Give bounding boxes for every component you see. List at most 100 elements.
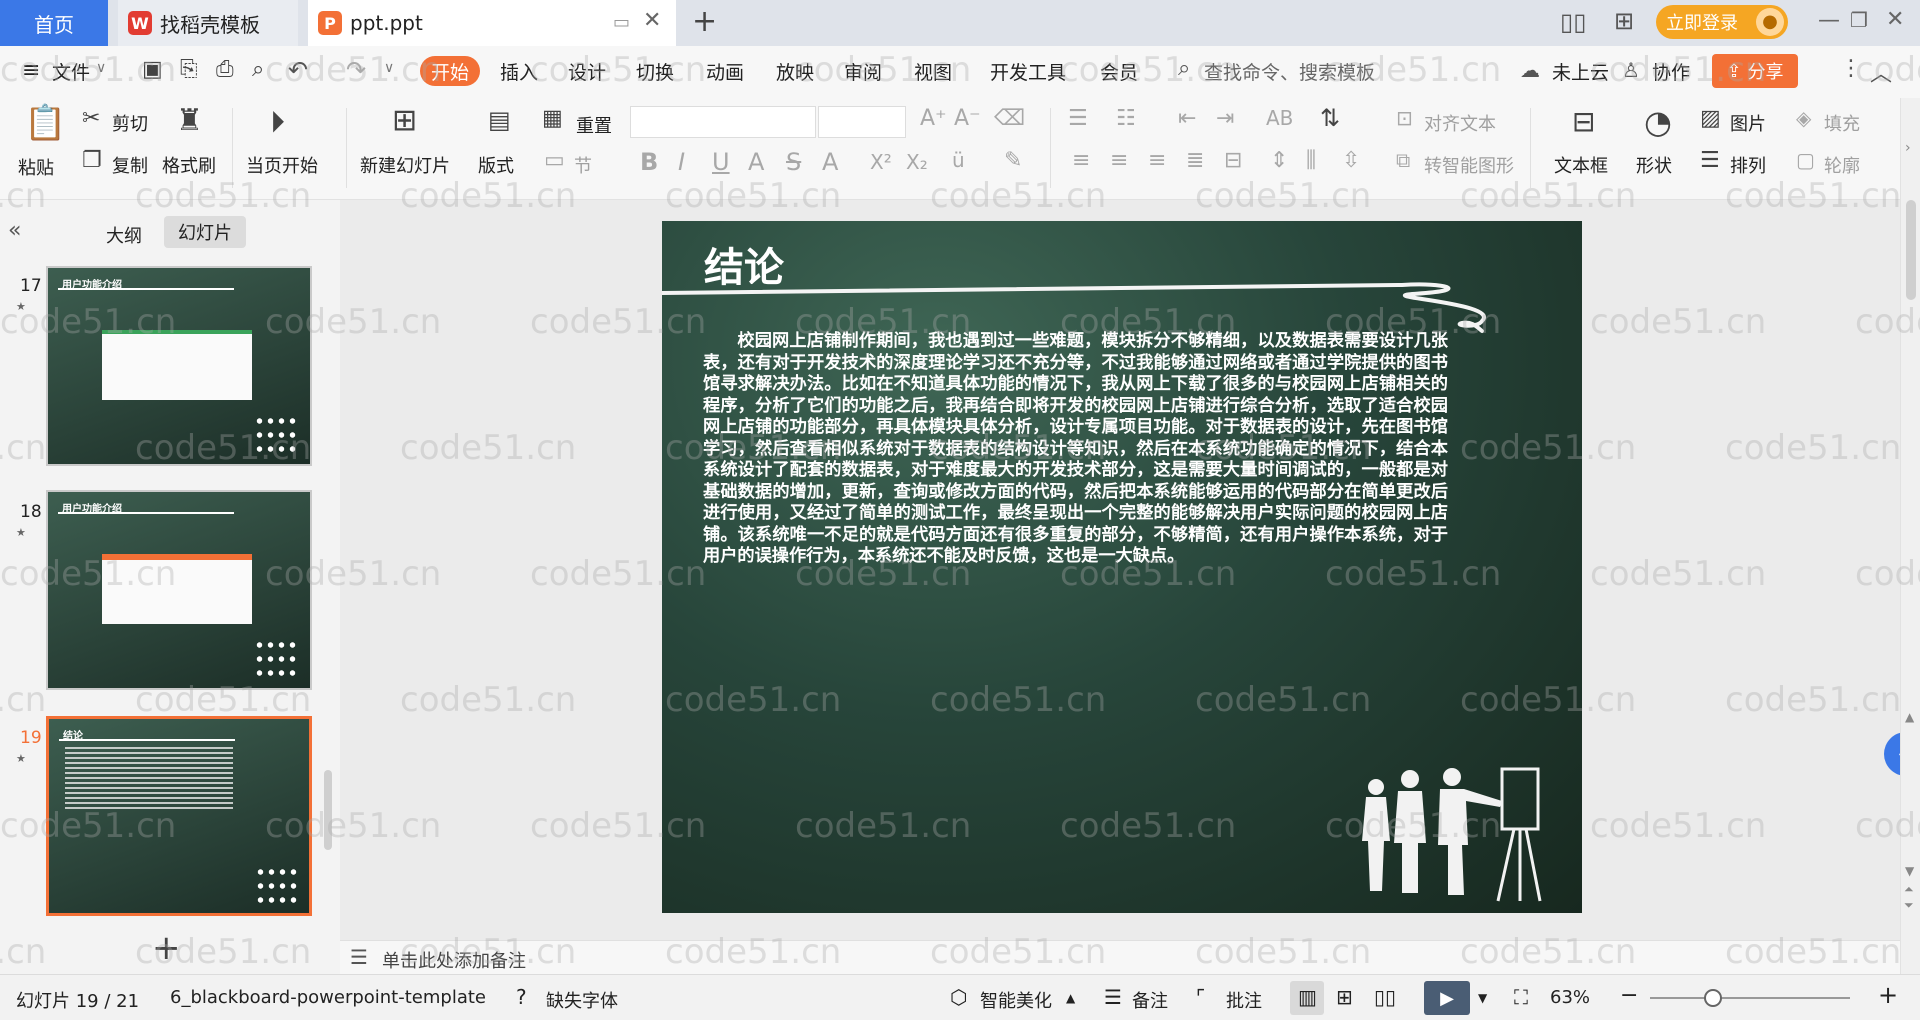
menu-member[interactable]: 会员	[1100, 58, 1138, 85]
beautify-button[interactable]: 智能美化	[980, 987, 1052, 1013]
ribbon-scroll-right-icon[interactable]: ›	[1905, 140, 1911, 156]
clear-format-icon[interactable]: ⌫	[994, 108, 1025, 130]
zoom-slider-thumb[interactable]	[1704, 989, 1722, 1007]
underline-icon[interactable]: U	[712, 150, 730, 174]
paste-button[interactable]: 粘贴	[18, 154, 54, 180]
next-slide-icon[interactable]: ⏷	[1904, 898, 1914, 913]
login-button[interactable]: 立即登录 ●	[1656, 5, 1788, 39]
save-icon[interactable]: ▣	[142, 57, 163, 82]
scissors-icon[interactable]: ✂	[82, 108, 100, 130]
align-text-button[interactable]: 对齐文本	[1424, 110, 1496, 136]
slide-thumbnail[interactable]: 用户功能介绍	[46, 490, 312, 690]
zoom-level[interactable]: 63%	[1550, 987, 1590, 1008]
font-size-select[interactable]	[818, 106, 906, 138]
chevron-down-icon[interactable]: ∨	[96, 60, 106, 76]
more-chevron-icon[interactable]: ∨	[384, 60, 394, 76]
outline-tab[interactable]: 大纲	[106, 222, 142, 248]
copy-icon[interactable]: ❐	[82, 150, 102, 172]
scroll-down-icon[interactable]: ▼	[1905, 864, 1914, 878]
close-window-icon[interactable]: ✕	[1886, 7, 1904, 32]
menu-file[interactable]: 文件	[52, 58, 90, 85]
notes-placeholder[interactable]: 单击此处添加备注	[382, 947, 526, 973]
slide[interactable]: 结论 校园网上店铺制作期间，我也遇到过一些难题，模块拆分不够精细，以及数据表需要…	[662, 221, 1582, 913]
reset-icon[interactable]: ▦	[542, 108, 563, 130]
font-color-icon[interactable]: A	[822, 150, 838, 174]
play-circle-icon[interactable]: ⏵	[270, 108, 285, 138]
menu-devtools[interactable]: 开发工具	[990, 58, 1066, 85]
cloud-status[interactable]: 未上云	[1552, 58, 1609, 85]
font-family-select[interactable]	[630, 106, 816, 138]
fit-window-icon[interactable]: ⛶	[1514, 985, 1528, 1009]
from-current-button[interactable]: 当页开始	[246, 152, 318, 178]
copy-button[interactable]: 复制	[112, 152, 148, 178]
increase-font-icon[interactable]: A⁺	[920, 108, 947, 130]
menu-collab[interactable]: 协作	[1652, 58, 1690, 85]
align-right-icon[interactable]: ≡	[1148, 150, 1166, 172]
monitor-icon[interactable]: ▭	[613, 12, 630, 33]
play-slideshow-button[interactable]: ▶	[1424, 981, 1470, 1015]
hamburger-icon[interactable]: ≡	[22, 58, 40, 83]
menu-slideshow[interactable]: 放映	[776, 58, 814, 85]
print-icon[interactable]: ⎙	[216, 57, 234, 82]
format-painter-icon[interactable]: ♜	[176, 106, 203, 136]
menu-review[interactable]: 审阅	[844, 58, 882, 85]
outline-button[interactable]: 轮廓	[1824, 152, 1860, 178]
shape-button[interactable]: 形状	[1636, 152, 1672, 178]
menu-transition[interactable]: 切换	[636, 58, 674, 85]
justify-icon[interactable]: ≣	[1186, 150, 1204, 172]
close-tab-icon[interactable]: ✕	[643, 8, 661, 33]
prev-slide-icon[interactable]: ⏶	[1904, 882, 1914, 897]
notes-button[interactable]: 备注	[1132, 987, 1168, 1013]
layout-icon[interactable]: ▤	[488, 108, 511, 132]
paste-icon[interactable]: 📋	[24, 106, 66, 140]
play-chevron-icon[interactable]: ▼	[1478, 991, 1487, 1005]
increase-indent-icon[interactable]: ⇥	[1216, 108, 1234, 130]
reading-view-icon[interactable]: ▯▯	[1374, 985, 1396, 1009]
minimize-icon[interactable]: —	[1818, 8, 1840, 33]
search-command-input[interactable]: 查找命令、搜索模板	[1204, 58, 1375, 85]
preview-icon[interactable]: ⌕	[252, 57, 264, 82]
picture-button[interactable]: 图片	[1730, 110, 1766, 136]
apps-grid-icon[interactable]: ⊞	[1614, 7, 1634, 35]
fill-icon[interactable]: ◈	[1796, 108, 1811, 128]
layout-button[interactable]: 版式	[478, 152, 514, 178]
italic-icon[interactable]: I	[678, 150, 685, 174]
subscript-icon[interactable]: X₂	[906, 152, 928, 172]
notes-bar[interactable]: ☰ 单击此处添加备注	[340, 940, 1900, 974]
slide-body-text[interactable]: 校园网上店铺制作期间，我也遇到过一些难题，模块拆分不够精细，以及数据表需要设计几…	[703, 331, 1448, 568]
section-icon[interactable]: ▭	[544, 150, 565, 172]
format-painter-button[interactable]: 格式刷	[162, 152, 216, 178]
columns-icon[interactable]: ⫼	[1306, 150, 1316, 172]
align-center-icon[interactable]: ≡	[1110, 150, 1128, 172]
collapse-panel-icon[interactable]: «	[8, 218, 21, 243]
chevron-up-icon[interactable]: ▲	[1066, 991, 1075, 1005]
text-shadow-icon[interactable]: A	[748, 150, 764, 174]
line-spacing-sort-icon[interactable]: ⇅	[1320, 106, 1340, 130]
new-tab-icon[interactable]: +	[692, 4, 717, 39]
align-text-icon[interactable]: ⊡	[1396, 108, 1413, 128]
bold-icon[interactable]: B	[640, 150, 658, 174]
layout-icon[interactable]: ▯▯	[1560, 8, 1586, 36]
slides-tab[interactable]: 幻灯片	[164, 216, 246, 248]
decrease-font-icon[interactable]: A⁻	[954, 108, 981, 130]
decrease-indent-icon[interactable]: ⇤	[1178, 108, 1196, 130]
fill-button[interactable]: 填充	[1824, 110, 1860, 136]
zoom-out-icon[interactable]: −	[1620, 983, 1638, 1008]
menu-start[interactable]: 开始	[420, 56, 480, 86]
line-spacing-icon[interactable]: ⇕	[1270, 150, 1288, 172]
add-slide-icon[interactable]: +	[152, 928, 181, 968]
slide-thumbnail[interactable]: 用户功能介绍	[46, 266, 312, 466]
highlight-icon[interactable]: ✎	[1004, 150, 1022, 172]
scroll-up-icon[interactable]: ▲	[1905, 710, 1914, 724]
zoom-slider[interactable]	[1650, 997, 1850, 999]
textbox-icon[interactable]: ⊟	[1572, 108, 1595, 136]
phonetic-icon[interactable]: ü	[952, 150, 965, 170]
collapse-ribbon-icon[interactable]: ︿	[1870, 56, 1892, 88]
export-icon[interactable]: ⎘	[180, 57, 198, 82]
vertical-scrollbar[interactable]: › ▲ ▼ ⏶ ⏷	[1900, 98, 1920, 974]
menu-insert[interactable]: 插入	[500, 58, 538, 85]
picture-icon[interactable]: ▨	[1700, 108, 1721, 130]
menu-view[interactable]: 视图	[914, 58, 952, 85]
tab-document[interactable]: P ppt.ppt ▭ ✕	[308, 0, 676, 46]
text-direction-icon[interactable]: AB	[1266, 108, 1293, 128]
